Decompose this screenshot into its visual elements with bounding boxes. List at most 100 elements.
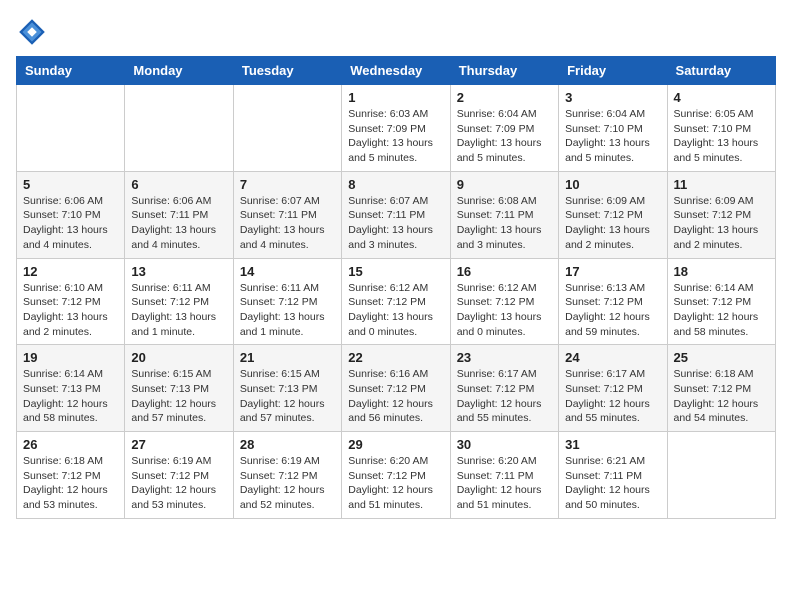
calendar-day-cell: 2 Sunrise: 6:04 AMSunset: 7:09 PMDaylight… [450, 85, 558, 172]
calendar-day-cell: 9 Sunrise: 6:08 AMSunset: 7:11 PMDaylight… [450, 171, 558, 258]
day-number: 8 [348, 177, 443, 192]
calendar-empty-cell [125, 85, 233, 172]
calendar-week-row: 5Sunrise: 6:06 AMSunset: 7:10 PMDaylight… [17, 171, 776, 258]
day-info: Sunrise: 6:16 AMSunset: 7:12 PMDaylight:… [348, 367, 443, 426]
day-info: Sunrise: 6:04 AMSunset: 7:09 PMDaylight:… [457, 107, 552, 166]
page-header [16, 16, 776, 48]
calendar-day-cell: 12 Sunrise: 6:10 AMSunset: 7:12 PMDayligh… [17, 258, 125, 345]
weekday-header-friday: Friday [559, 57, 667, 85]
weekday-header-tuesday: Tuesday [233, 57, 341, 85]
day-number: 24 [565, 350, 660, 365]
day-number: 3 [565, 90, 660, 105]
calendar-day-cell: 3 Sunrise: 6:04 AMSunset: 7:10 PMDaylight… [559, 85, 667, 172]
day-info: Sunrise: 6:12 AMSunset: 7:12 PMDaylight:… [457, 281, 552, 340]
calendar-day-cell: 10 Sunrise: 6:09 AMSunset: 7:12 PMDayligh… [559, 171, 667, 258]
day-number: 21 [240, 350, 335, 365]
weekday-header-saturday: Saturday [667, 57, 775, 85]
calendar-table: SundayMondayTuesdayWednesdayThursdayFrid… [16, 56, 776, 519]
calendar-day-cell: 25 Sunrise: 6:18 AMSunset: 7:12 PMDayligh… [667, 345, 775, 432]
day-number: 29 [348, 437, 443, 452]
calendar-empty-cell [667, 432, 775, 519]
calendar-day-cell: 29 Sunrise: 6:20 AMSunset: 7:12 PMDayligh… [342, 432, 450, 519]
calendar-day-cell: 5Sunrise: 6:06 AMSunset: 7:10 PMDaylight… [17, 171, 125, 258]
calendar-day-cell: 30 Sunrise: 6:20 AMSunset: 7:11 PMDayligh… [450, 432, 558, 519]
calendar-week-row: 1 Sunrise: 6:03 AMSunset: 7:09 PMDaylight… [17, 85, 776, 172]
day-number: 9 [457, 177, 552, 192]
calendar-day-cell: 8 Sunrise: 6:07 AMSunset: 7:11 PMDaylight… [342, 171, 450, 258]
day-info: Sunrise: 6:13 AMSunset: 7:12 PMDaylight:… [565, 281, 660, 340]
weekday-header-monday: Monday [125, 57, 233, 85]
logo [16, 16, 52, 48]
day-number: 7 [240, 177, 335, 192]
day-info: Sunrise: 6:04 AMSunset: 7:10 PMDaylight:… [565, 107, 660, 166]
day-number: 17 [565, 264, 660, 279]
day-number: 12 [23, 264, 118, 279]
day-number: 30 [457, 437, 552, 452]
day-info: Sunrise: 6:11 AMSunset: 7:12 PMDaylight:… [240, 281, 335, 340]
day-number: 25 [674, 350, 769, 365]
day-info: Sunrise: 6:19 AMSunset: 7:12 PMDaylight:… [240, 454, 335, 513]
day-info: Sunrise: 6:07 AMSunset: 7:11 PMDaylight:… [348, 194, 443, 253]
day-number: 22 [348, 350, 443, 365]
day-info: Sunrise: 6:07 AMSunset: 7:11 PMDaylight:… [240, 194, 335, 253]
day-info: Sunrise: 6:09 AMSunset: 7:12 PMDaylight:… [565, 194, 660, 253]
day-info: Sunrise: 6:10 AMSunset: 7:12 PMDaylight:… [23, 281, 118, 340]
day-info: Sunrise: 6:08 AMSunset: 7:11 PMDaylight:… [457, 194, 552, 253]
day-number: 19 [23, 350, 118, 365]
day-info: Sunrise: 6:06 AMSunset: 7:10 PMDaylight:… [23, 194, 118, 253]
day-number: 20 [131, 350, 226, 365]
day-info: Sunrise: 6:03 AMSunset: 7:09 PMDaylight:… [348, 107, 443, 166]
day-info: Sunrise: 6:20 AMSunset: 7:12 PMDaylight:… [348, 454, 443, 513]
calendar-day-cell: 19 Sunrise: 6:14 AMSunset: 7:13 PMDayligh… [17, 345, 125, 432]
day-info: Sunrise: 6:15 AMSunset: 7:13 PMDaylight:… [131, 367, 226, 426]
day-info: Sunrise: 6:21 AMSunset: 7:11 PMDaylight:… [565, 454, 660, 513]
day-number: 10 [565, 177, 660, 192]
day-info: Sunrise: 6:09 AMSunset: 7:12 PMDaylight:… [674, 194, 769, 253]
day-info: Sunrise: 6:19 AMSunset: 7:12 PMDaylight:… [131, 454, 226, 513]
calendar-day-cell: 20 Sunrise: 6:15 AMSunset: 7:13 PMDayligh… [125, 345, 233, 432]
day-number: 28 [240, 437, 335, 452]
day-number: 18 [674, 264, 769, 279]
calendar-day-cell: 11Sunrise: 6:09 AMSunset: 7:12 PMDayligh… [667, 171, 775, 258]
calendar-day-cell: 31Sunrise: 6:21 AMSunset: 7:11 PMDayligh… [559, 432, 667, 519]
day-info: Sunrise: 6:05 AMSunset: 7:10 PMDaylight:… [674, 107, 769, 166]
day-number: 4 [674, 90, 769, 105]
day-number: 14 [240, 264, 335, 279]
calendar-day-cell: 17 Sunrise: 6:13 AMSunset: 7:12 PMDayligh… [559, 258, 667, 345]
day-info: Sunrise: 6:15 AMSunset: 7:13 PMDaylight:… [240, 367, 335, 426]
day-number: 13 [131, 264, 226, 279]
calendar-empty-cell [17, 85, 125, 172]
calendar-day-cell: 27Sunrise: 6:19 AMSunset: 7:12 PMDayligh… [125, 432, 233, 519]
calendar-day-cell: 23Sunrise: 6:17 AMSunset: 7:12 PMDayligh… [450, 345, 558, 432]
calendar-day-cell: 1 Sunrise: 6:03 AMSunset: 7:09 PMDaylight… [342, 85, 450, 172]
weekday-header-wednesday: Wednesday [342, 57, 450, 85]
day-info: Sunrise: 6:20 AMSunset: 7:11 PMDaylight:… [457, 454, 552, 513]
logo-icon [16, 16, 48, 48]
day-number: 15 [348, 264, 443, 279]
day-number: 26 [23, 437, 118, 452]
day-info: Sunrise: 6:11 AMSunset: 7:12 PMDaylight:… [131, 281, 226, 340]
calendar-week-row: 19 Sunrise: 6:14 AMSunset: 7:13 PMDayligh… [17, 345, 776, 432]
day-info: Sunrise: 6:18 AMSunset: 7:12 PMDaylight:… [674, 367, 769, 426]
day-info: Sunrise: 6:12 AMSunset: 7:12 PMDaylight:… [348, 281, 443, 340]
calendar-day-cell: 4 Sunrise: 6:05 AMSunset: 7:10 PMDaylight… [667, 85, 775, 172]
calendar-day-cell: 21 Sunrise: 6:15 AMSunset: 7:13 PMDayligh… [233, 345, 341, 432]
day-info: Sunrise: 6:14 AMSunset: 7:13 PMDaylight:… [23, 367, 118, 426]
calendar-day-cell: 26 Sunrise: 6:18 AMSunset: 7:12 PMDayligh… [17, 432, 125, 519]
calendar-day-cell: 24 Sunrise: 6:17 AMSunset: 7:12 PMDayligh… [559, 345, 667, 432]
calendar-day-cell: 7 Sunrise: 6:07 AMSunset: 7:11 PMDaylight… [233, 171, 341, 258]
day-info: Sunrise: 6:18 AMSunset: 7:12 PMDaylight:… [23, 454, 118, 513]
day-number: 1 [348, 90, 443, 105]
calendar-day-cell: 16 Sunrise: 6:12 AMSunset: 7:12 PMDayligh… [450, 258, 558, 345]
day-number: 16 [457, 264, 552, 279]
calendar-day-cell: 18 Sunrise: 6:14 AMSunset: 7:12 PMDayligh… [667, 258, 775, 345]
day-info: Sunrise: 6:14 AMSunset: 7:12 PMDaylight:… [674, 281, 769, 340]
day-number: 2 [457, 90, 552, 105]
day-info: Sunrise: 6:17 AMSunset: 7:12 PMDaylight:… [565, 367, 660, 426]
day-number: 23 [457, 350, 552, 365]
calendar-header-row: SundayMondayTuesdayWednesdayThursdayFrid… [17, 57, 776, 85]
day-number: 6 [131, 177, 226, 192]
calendar-week-row: 12 Sunrise: 6:10 AMSunset: 7:12 PMDayligh… [17, 258, 776, 345]
calendar-week-row: 26 Sunrise: 6:18 AMSunset: 7:12 PMDayligh… [17, 432, 776, 519]
calendar-day-cell: 6Sunrise: 6:06 AMSunset: 7:11 PMDaylight… [125, 171, 233, 258]
